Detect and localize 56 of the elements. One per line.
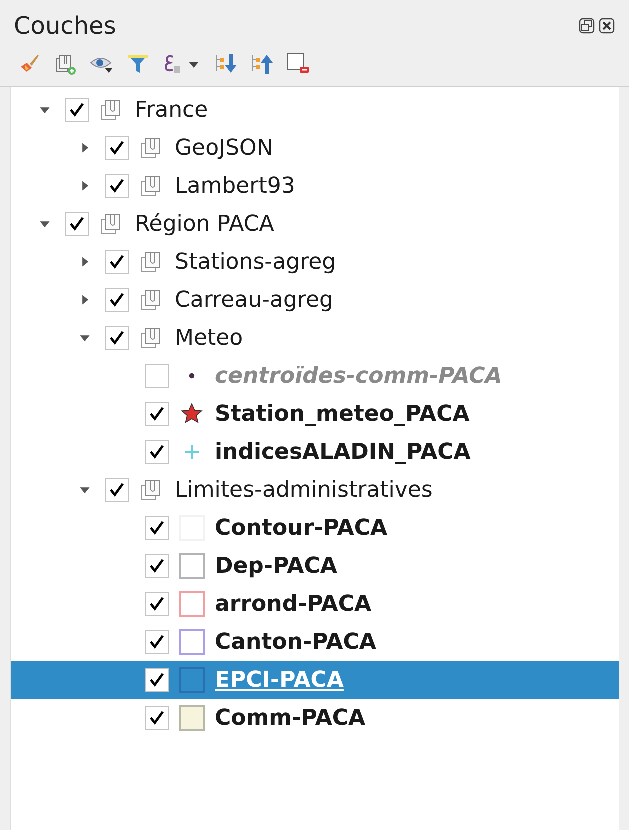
layer-checkbox[interactable]	[145, 630, 169, 654]
layer-checkbox[interactable]	[145, 516, 169, 540]
layer-row[interactable]: Contour-PACA	[11, 509, 619, 547]
layer-name: Station_meteo_PACA	[215, 402, 470, 426]
layer-name: EPCI-PACA	[215, 668, 344, 692]
layer-row[interactable]: Canton-PACA	[11, 623, 619, 661]
layer-name: Contour-PACA	[215, 516, 388, 540]
layer-checkbox[interactable]	[145, 592, 169, 616]
layer-name: France	[135, 98, 208, 122]
layer-name: indicesALADIN_PACA	[215, 440, 471, 464]
layer-checkbox[interactable]	[105, 288, 129, 312]
layer-row[interactable]: indicesALADIN_PACA	[11, 433, 619, 471]
close-icon[interactable]	[599, 18, 615, 34]
layer-row[interactable]: Station_meteo_PACA	[11, 395, 619, 433]
layer-row[interactable]: Meteo	[11, 319, 619, 357]
layer-name: GeoJSON	[175, 136, 274, 160]
layer-name: Lambert93	[175, 174, 296, 198]
layer-name: arrond-PACA	[215, 592, 372, 616]
layer-name: Canton-PACA	[215, 630, 376, 654]
layer-row[interactable]: Région PACA	[11, 205, 619, 243]
layer-row[interactable]: Carreau-agreg	[11, 281, 619, 319]
layer-checkbox[interactable]	[105, 174, 129, 198]
layer-row[interactable]: Dep-PACA	[11, 547, 619, 585]
layer-checkbox[interactable]	[105, 250, 129, 274]
selected-layer-row[interactable]: EPCI-PACA	[11, 661, 619, 699]
layer-checkbox[interactable]	[145, 364, 169, 388]
layer-checkbox[interactable]	[145, 554, 169, 578]
layer-checkbox[interactable]	[105, 136, 129, 160]
collapse-all-icon[interactable]	[250, 52, 274, 76]
filter-icon[interactable]	[126, 52, 150, 76]
layer-checkbox[interactable]	[145, 706, 169, 730]
layer-row[interactable]: Comm-PACA	[11, 699, 619, 737]
layer-checkbox[interactable]	[65, 212, 89, 236]
layer-name: Région PACA	[135, 212, 274, 236]
layer-name: Comm-PACA	[215, 706, 366, 730]
layer-checkbox[interactable]	[65, 98, 89, 122]
layer-checkbox[interactable]	[145, 668, 169, 692]
layer-row[interactable]: France	[11, 91, 619, 129]
layer-row[interactable]: Limites-administratives	[11, 471, 619, 509]
float-icon[interactable]	[579, 18, 595, 34]
layer-row[interactable]: Lambert93	[11, 167, 619, 205]
layer-name: Stations-agreg	[175, 250, 336, 274]
layer-checkbox[interactable]	[105, 326, 129, 350]
layer-name: Dep-PACA	[215, 554, 338, 578]
layer-name: Limites-administratives	[175, 478, 433, 502]
layer-row[interactable]: GeoJSON	[11, 129, 619, 167]
layer-name: Meteo	[175, 326, 244, 350]
layer-checkbox[interactable]	[145, 440, 169, 464]
layer-row[interactable]: arrond-PACA	[11, 585, 619, 623]
layer-name: Carreau-agreg	[175, 288, 334, 312]
layer-row[interactable]: Stations-agreg	[11, 243, 619, 281]
panel-title: Couches	[14, 12, 116, 40]
remove-layer-icon[interactable]	[286, 52, 310, 76]
layer-checkbox[interactable]	[145, 402, 169, 426]
layer-checkbox[interactable]	[105, 478, 129, 502]
layer-name: centroïdes-comm-PACA	[215, 364, 502, 388]
